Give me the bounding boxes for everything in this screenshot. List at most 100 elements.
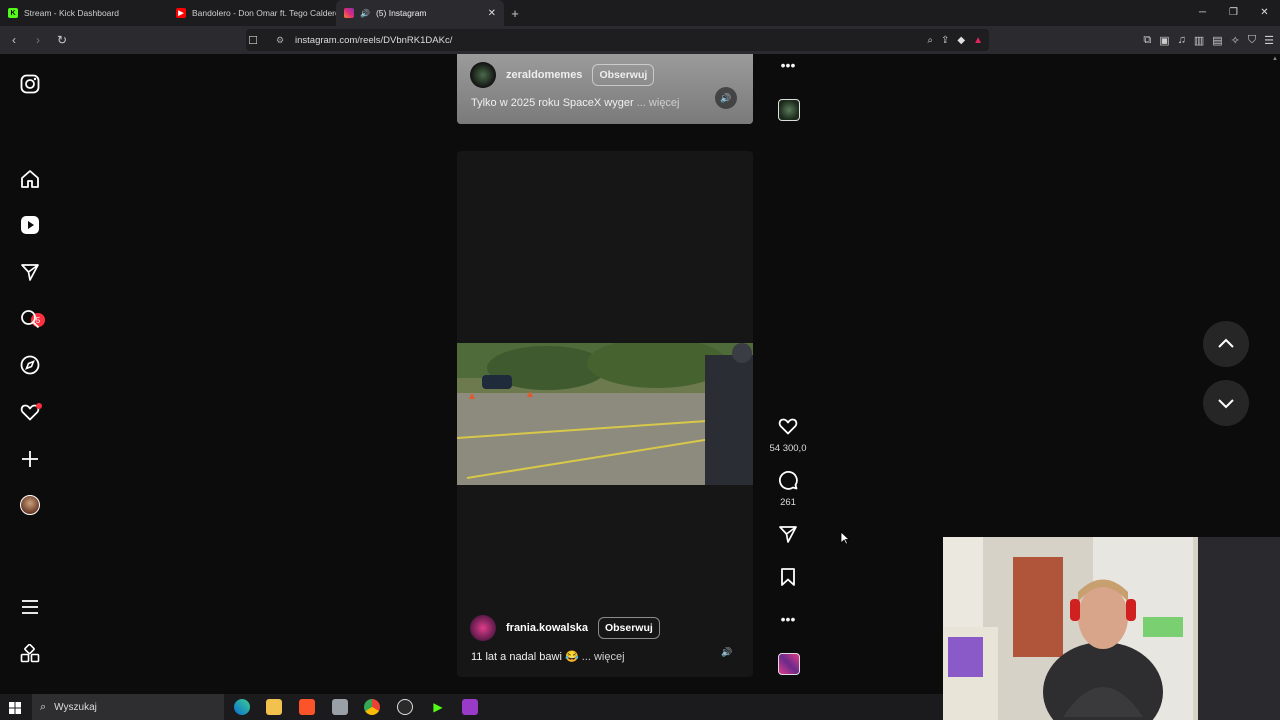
kick-icon: K	[8, 8, 18, 18]
comment-icon	[779, 471, 798, 490]
reload-button[interactable]: ↻	[52, 33, 72, 47]
username[interactable]: zeraldomemes	[506, 69, 582, 81]
more-options-icon[interactable]: •••	[768, 611, 808, 627]
reel-previous-caption: Tylko w 2025 roku SpaceX wyger ... więce…	[471, 97, 680, 109]
reel-current[interactable]: frania.kowalska Obserwuj 11 lat a nadal …	[457, 151, 753, 677]
close-tab-icon[interactable]: ✕	[488, 8, 496, 19]
window-controls: ─ ❐ ✕	[1187, 0, 1280, 26]
close-window-button[interactable]: ✕	[1249, 0, 1280, 26]
share-icon	[779, 526, 797, 543]
notifications-dot	[36, 403, 42, 409]
instagram-icon	[344, 8, 354, 18]
explore-icon[interactable]	[19, 354, 41, 376]
sidebar-icon[interactable]: ▥	[1194, 34, 1204, 47]
new-tab-button[interactable]: +	[504, 6, 526, 21]
instagram-logo-icon[interactable]	[19, 73, 41, 95]
speaker-icon[interactable]: 🔊	[360, 9, 370, 18]
brave-shield-icon[interactable]: ◆	[957, 35, 965, 46]
more-options-icon[interactable]: •••	[768, 57, 808, 73]
mute-icon[interactable]: 🔊	[716, 641, 738, 663]
follow-button[interactable]: Obserwuj	[592, 64, 655, 86]
menu-icon[interactable]: ☰	[1264, 34, 1274, 47]
windows-start-icon[interactable]	[9, 701, 21, 719]
profile-avatar[interactable]	[19, 494, 41, 516]
tab-instagram[interactable]: 🔊 (5) Instagram ✕	[336, 0, 504, 26]
edge-icon[interactable]	[234, 699, 250, 715]
leo-icon[interactable]: ✧	[1231, 34, 1240, 47]
mute-icon[interactable]: 🔊	[715, 87, 737, 109]
comment-count: 261	[780, 497, 796, 508]
reel-current-header: frania.kowalska Obserwuj	[470, 615, 660, 641]
avatar[interactable]	[470, 62, 496, 88]
like-button[interactable]: 54 300,0	[768, 416, 808, 454]
video-frame	[457, 343, 753, 485]
address-bar[interactable]: ☐ ⚙ instagram.com/reels/DVbnRK1DAKc/ ⌕ ⇪…	[246, 29, 989, 51]
extensions-icon[interactable]: ⧉	[1143, 34, 1151, 47]
more-link[interactable]: ... więcej	[637, 97, 680, 109]
app-icon[interactable]	[332, 699, 348, 715]
forward-button[interactable]: ›	[28, 33, 48, 47]
bookmark-icon[interactable]: ☐	[245, 34, 261, 47]
browser-tab-bar: K Stream - Kick Dashboard ▶ Bandolero - …	[0, 0, 1280, 26]
brave-icon[interactable]	[299, 699, 315, 715]
instagram-sidebar: 5	[0, 54, 60, 694]
audio-thumbnail[interactable]	[778, 99, 800, 121]
scroll-up-arrow[interactable]: ▲	[1272, 56, 1278, 62]
reel-video[interactable]	[457, 343, 753, 485]
messages-icon[interactable]	[19, 261, 41, 283]
obs-icon[interactable]	[397, 699, 413, 715]
youtube-icon: ▶	[176, 8, 186, 18]
restore-button[interactable]: ❐	[1218, 0, 1249, 26]
share-icon[interactable]: ⇪	[941, 35, 949, 46]
taskbar-search[interactable]: ⌕ Wyszukaj	[32, 694, 224, 720]
kick-app-icon[interactable]: ▶	[430, 699, 446, 715]
wallet-icon[interactable]: ▣	[1159, 34, 1169, 47]
windows-taskbar: ⌕ Wyszukaj ▶	[0, 694, 943, 720]
avatar[interactable]	[470, 615, 496, 641]
follow-button[interactable]: Obserwuj	[597, 617, 660, 639]
tab-title: Stream - Kick Dashboard	[24, 8, 119, 18]
url-text[interactable]: instagram.com/reels/DVbnRK1DAKc/	[295, 35, 452, 46]
home-icon[interactable]	[19, 168, 41, 190]
chevron-down-icon	[1218, 399, 1234, 409]
next-reel-button[interactable]	[1203, 380, 1249, 426]
audio-thumbnail[interactable]	[778, 653, 800, 675]
username[interactable]: frania.kowalska	[506, 622, 588, 634]
vpn-icon[interactable]: ⛉	[1248, 34, 1256, 47]
bookmark-icon	[781, 568, 795, 586]
zoom-icon[interactable]: ⌕	[927, 35, 933, 46]
chevron-up-icon	[1218, 338, 1234, 348]
save-button[interactable]	[768, 567, 808, 592]
brave-rewards-icon[interactable]: ▲	[973, 35, 983, 46]
tab-title: (5) Instagram	[375, 8, 427, 18]
chrome-icon[interactable]	[364, 699, 380, 715]
search-placeholder: Wyszukaj	[54, 701, 97, 713]
reel-previous[interactable]: zeraldomemes Obserwuj Tylko w 2025 roku …	[457, 54, 753, 124]
reel-previous-header: zeraldomemes Obserwuj	[470, 62, 655, 88]
tab-youtube[interactable]: ▶ Bandolero - Don Omar ft. Tego Calderón	[168, 0, 336, 26]
wallet2-icon[interactable]: ▤	[1212, 34, 1222, 47]
minimize-button[interactable]: ─	[1187, 0, 1218, 26]
menu-icon[interactable]	[19, 596, 41, 618]
more-link[interactable]: ... więcej	[582, 651, 625, 663]
site-info-icon[interactable]: ⚙	[276, 35, 284, 46]
share-button[interactable]	[768, 524, 808, 549]
previous-reel-button[interactable]	[1203, 321, 1249, 367]
app2-icon[interactable]	[462, 699, 478, 715]
reels-icon[interactable]	[19, 214, 41, 236]
caption-text: 11 lat a nadal bawi 😂	[471, 651, 579, 663]
search-icon[interactable]	[19, 308, 41, 330]
comment-button[interactable]: 261	[768, 470, 808, 508]
create-icon[interactable]	[19, 448, 41, 470]
caption-text: Tylko w 2025 roku SpaceX wyger	[471, 97, 634, 109]
back-button[interactable]: ‹	[4, 33, 24, 47]
webcam-feed	[943, 537, 1280, 720]
mouse-cursor-icon	[840, 531, 851, 550]
tab-title: Bandolero - Don Omar ft. Tego Calderón	[192, 8, 336, 18]
also-from-meta-icon[interactable]	[19, 643, 41, 665]
browser-toolbar: ‹ › ↻ ☐ ⚙ instagram.com/reels/DVbnRK1DAK…	[0, 26, 1280, 54]
tab-kick[interactable]: K Stream - Kick Dashboard	[0, 0, 168, 26]
webcam-overlay	[943, 537, 1280, 720]
media-icon[interactable]: ♫	[1178, 34, 1186, 46]
file-explorer-icon[interactable]	[266, 699, 282, 715]
